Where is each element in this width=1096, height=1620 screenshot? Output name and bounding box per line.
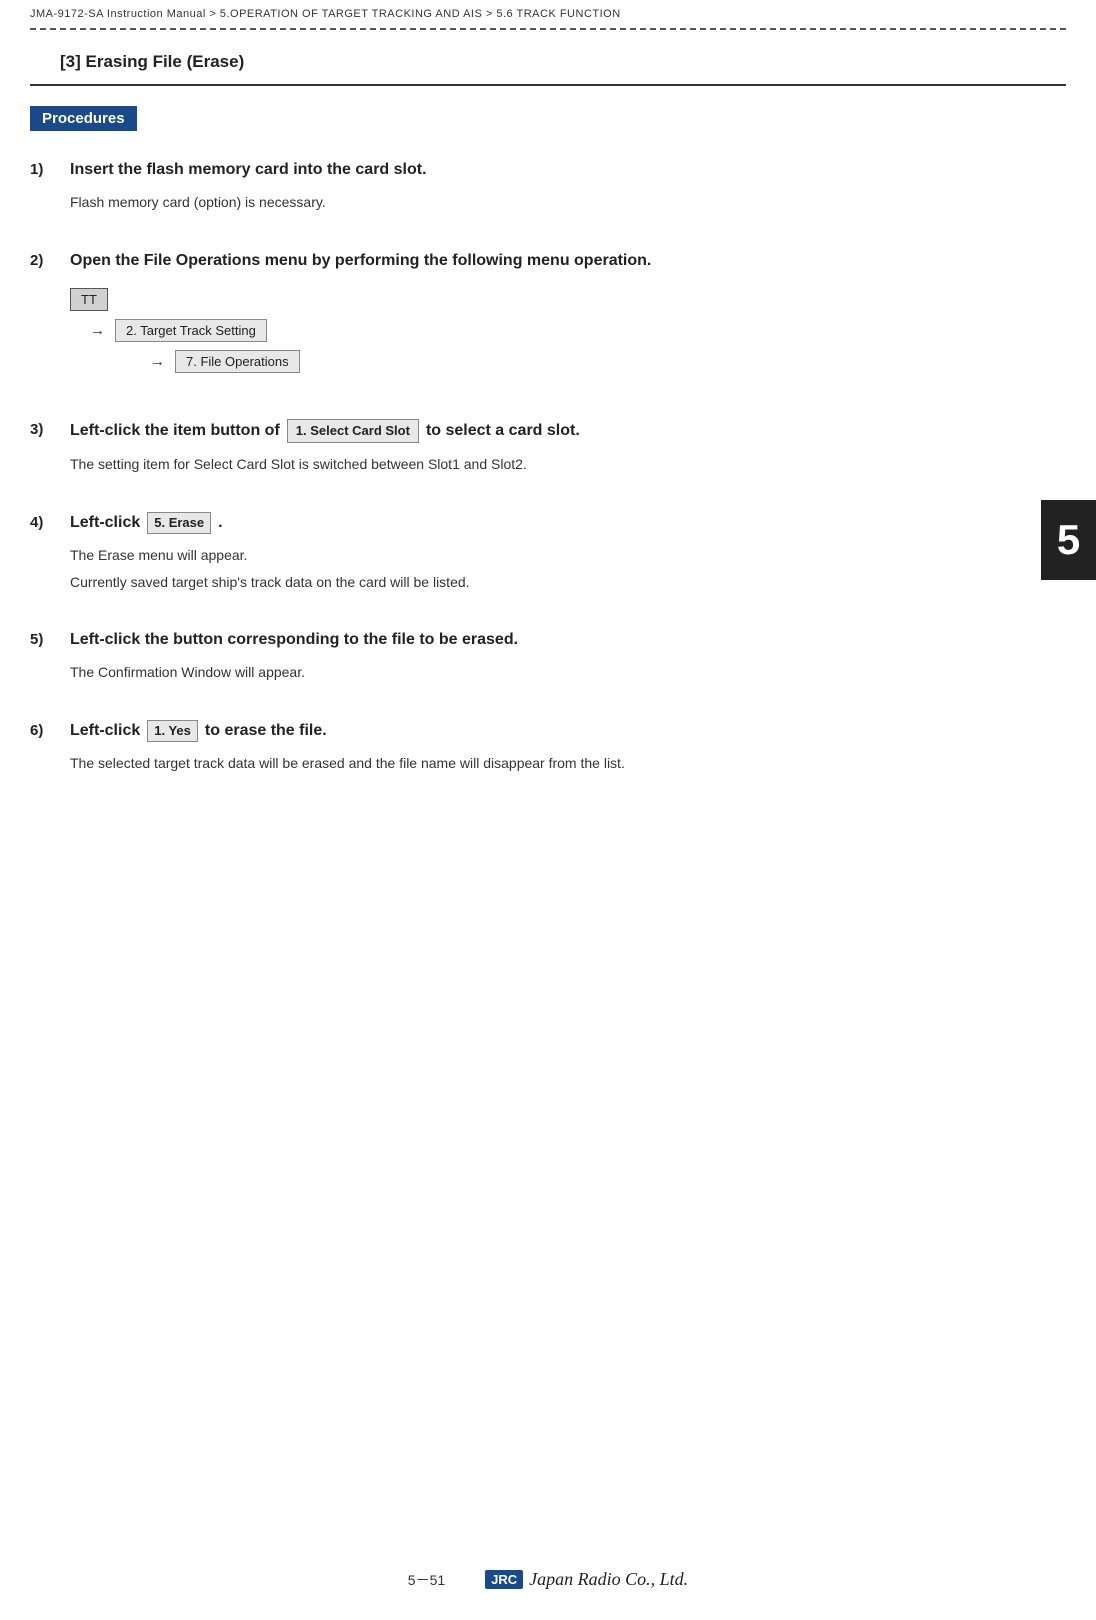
step-4-heading: Left-click 5. Erase . — [70, 512, 1066, 534]
yes-btn: 1. Yes — [147, 720, 198, 742]
step-2-number: 2) — [30, 250, 70, 269]
step-3-heading-post: to select a card slot. — [426, 420, 580, 442]
step-2-body: Open the File Operations menu by perform… — [70, 250, 1066, 383]
step-5-number: 5) — [30, 629, 70, 648]
step-6-number: 6) — [30, 720, 70, 739]
step-1-body: Insert the flash memory card into the ca… — [70, 159, 1066, 214]
step-6-desc: The selected target track data will be e… — [70, 752, 1066, 774]
footer: 5－51 JRC Japan Radio Co., Ltd. — [0, 1569, 1096, 1590]
step-4-number: 4) — [30, 512, 70, 531]
step-5: 5) Left-click the button corresponding t… — [30, 629, 1066, 684]
step-4-heading-post: . — [218, 512, 222, 534]
step-6: 6) Left-click 1. Yes to erase the file. … — [30, 720, 1066, 775]
section-title: [3] Erasing File (Erase) — [30, 30, 1066, 86]
tt-button: TT — [70, 288, 108, 311]
step-4-desc2: Currently saved target ship's track data… — [70, 571, 1066, 593]
menu-row-2: → 7. File Operations — [150, 350, 1066, 373]
step-3-desc: The setting item for Select Card Slot is… — [70, 453, 1066, 475]
footer-logo: JRC Japan Radio Co., Ltd. — [485, 1569, 688, 1590]
step-3-body: Left-click the item button of 1. Select … — [70, 419, 1066, 476]
step-4-desc1: The Erase menu will appear. — [70, 544, 1066, 566]
target-track-setting-btn: 2. Target Track Setting — [115, 319, 267, 342]
chapter-tab: 5 — [1041, 500, 1096, 580]
arrow-2: → — [150, 353, 165, 370]
erase-btn: 5. Erase — [147, 512, 211, 534]
step-3-heading: Left-click the item button of 1. Select … — [70, 419, 1066, 443]
menu-top-row: TT — [70, 288, 1066, 311]
step-4-body: Left-click 5. Erase . The Erase menu wil… — [70, 512, 1066, 593]
step-6-heading: Left-click 1. Yes to erase the file. — [70, 720, 1066, 742]
step-3-number: 3) — [30, 419, 70, 438]
step-1: 1) Insert the flash memory card into the… — [30, 159, 1066, 214]
step-2: 2) Open the File Operations menu by perf… — [30, 250, 1066, 383]
step-1-desc: Flash memory card (option) is necessary. — [70, 191, 1066, 213]
step-1-number: 1) — [30, 159, 70, 178]
step-5-desc: The Confirmation Window will appear. — [70, 661, 1066, 683]
file-operations-btn: 7. File Operations — [175, 350, 300, 373]
step-3: 3) Left-click the item button of 1. Sele… — [30, 419, 1066, 476]
step-6-heading-pre: Left-click — [70, 720, 140, 742]
step-5-body: Left-click the button corresponding to t… — [70, 629, 1066, 684]
brand-name: Japan Radio Co., Ltd. — [529, 1569, 688, 1590]
page-number: 5－51 — [408, 1570, 445, 1590]
menu-diagram: TT → 2. Target Track Setting → 7. File O… — [70, 288, 1066, 373]
procedures-badge: Procedures — [30, 106, 137, 131]
main-content: 1) Insert the flash memory card into the… — [0, 159, 1096, 774]
breadcrumb: JMA-9172-SA Instruction Manual > 5.OPERA… — [0, 0, 1096, 28]
jrc-label: JRC — [485, 1570, 523, 1589]
step-6-body: Left-click 1. Yes to erase the file. The… — [70, 720, 1066, 775]
arrow-1: → — [90, 322, 105, 339]
step-4: 4) Left-click 5. Erase . The Erase menu … — [30, 512, 1066, 593]
step-4-heading-pre: Left-click — [70, 512, 140, 534]
select-card-slot-btn: 1. Select Card Slot — [287, 419, 419, 443]
step-1-heading: Insert the flash memory card into the ca… — [70, 159, 1066, 181]
step-3-heading-pre: Left-click the item button of — [70, 420, 280, 442]
menu-row-1: → 2. Target Track Setting — [90, 319, 1066, 342]
step-6-heading-post: to erase the file. — [205, 720, 327, 742]
step-2-heading: Open the File Operations menu by perform… — [70, 250, 1066, 272]
step-5-heading: Left-click the button corresponding to t… — [70, 629, 1066, 651]
